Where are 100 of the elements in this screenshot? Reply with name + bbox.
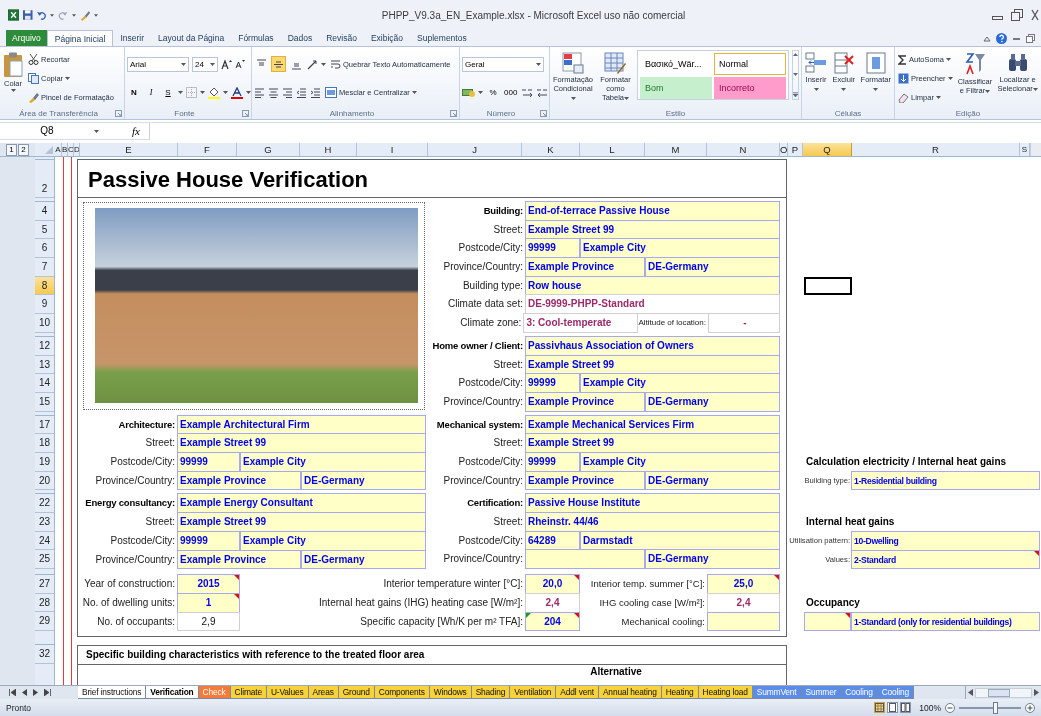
- sheet-tab[interactable]: Climate: [229, 686, 267, 699]
- row-header[interactable]: 10: [35, 314, 54, 333]
- horizontal-scrollbar[interactable]: [975, 687, 1032, 698]
- sheet-tab[interactable]: Windows: [428, 686, 472, 699]
- cell-style-option[interactable]: Incorreto: [713, 77, 786, 99]
- row-header[interactable]: 13: [35, 355, 54, 375]
- input-field[interactable]: DE-Germany: [645, 257, 780, 277]
- sheet-tab[interactable]: Ventilation: [509, 686, 557, 699]
- spreadsheet-app-icon[interactable]: [8, 8, 20, 22]
- input-field[interactable]: 20,0: [525, 574, 580, 594]
- view-button[interactable]: [874, 702, 886, 713]
- font-color-icon[interactable]: [231, 86, 243, 99]
- input-field[interactable]: 2,4: [525, 592, 580, 613]
- row-header[interactable]: 20: [35, 471, 54, 491]
- font-name-field[interactable]: Arial: [127, 56, 189, 72]
- input-field[interactable]: [525, 549, 645, 570]
- input-field[interactable]: Example Street 99: [177, 512, 426, 532]
- zoom-level[interactable]: 100%: [919, 702, 941, 713]
- input-field[interactable]: Passive House Institute: [525, 493, 780, 513]
- row-header[interactable]: 14: [35, 374, 54, 393]
- row-header[interactable]: 23: [35, 513, 54, 532]
- sheet-tab[interactable]: Ground: [337, 686, 375, 699]
- ribbon-tab[interactable]: Layout da Página: [151, 30, 232, 46]
- number-format-field[interactable]: Geral: [462, 56, 544, 72]
- input-field[interactable]: Example City: [240, 452, 426, 472]
- outline-level-button[interactable]: 2: [18, 144, 29, 156]
- row-header[interactable]: 17: [35, 415, 54, 435]
- decrease-decimal-icon[interactable]: [536, 87, 549, 98]
- scrollbar[interactable]: [1030, 143, 1041, 156]
- ribbon-tab[interactable]: Página Inicial: [46, 30, 114, 46]
- sheet-tab[interactable]: Heating: [660, 686, 699, 699]
- sheet-tab[interactable]: Shading: [470, 686, 511, 699]
- column-header[interactable]: B: [62, 143, 68, 156]
- column-header[interactable]: O: [780, 143, 788, 156]
- scroll-right-icon[interactable]: [1034, 689, 1039, 696]
- shrink-font-icon[interactable]: [235, 59, 245, 69]
- ribbon-tab[interactable]: Fórmulas: [231, 30, 281, 46]
- scroll-down-icon[interactable]: [792, 72, 798, 76]
- brush-icon[interactable]: [79, 8, 90, 22]
- input-field[interactable]: 2,4: [707, 592, 780, 613]
- undo-icon[interactable]: [36, 9, 47, 21]
- decrease-indent-icon[interactable]: [296, 87, 307, 98]
- row-header[interactable]: 19: [35, 452, 54, 472]
- row-header[interactable]: 6: [35, 239, 54, 259]
- bold-button[interactable]: N: [127, 84, 141, 101]
- input-field[interactable]: DE-Germany: [645, 549, 780, 570]
- view-button[interactable]: [887, 702, 899, 713]
- name-box[interactable]: Q8: [0, 123, 94, 139]
- next-sheet-icon[interactable]: [33, 689, 38, 696]
- insert-function-button[interactable]: fx: [123, 125, 149, 137]
- input-field[interactable]: 1-Standard (only for residential buildings): [851, 611, 1040, 632]
- input-field[interactable]: 1-Residential building: [851, 470, 1040, 491]
- selected-cell[interactable]: [804, 276, 852, 296]
- input-field[interactable]: Example Province: [177, 470, 301, 491]
- column-header[interactable]: C: [68, 143, 74, 156]
- sheet-tab[interactable]: Heating load: [697, 686, 753, 699]
- slider-thumb[interactable]: [992, 701, 998, 714]
- column-header[interactable]: R: [852, 143, 1020, 156]
- input-field[interactable]: 2015: [177, 574, 240, 594]
- last-sheet-icon[interactable]: [44, 689, 51, 696]
- collapse-ribbon-icon[interactable]: [983, 35, 991, 42]
- column-header[interactable]: M: [645, 143, 707, 156]
- close-icon[interactable]: [1031, 9, 1039, 21]
- input-field[interactable]: 10-Dwelling: [851, 530, 1040, 551]
- input-field[interactable]: 99999: [525, 238, 580, 259]
- input-field[interactable]: 25,0: [707, 574, 780, 594]
- input-field[interactable]: Example Street 99: [177, 433, 426, 454]
- row-header[interactable]: 15: [35, 392, 54, 412]
- row-header[interactable]: 5: [35, 220, 54, 240]
- view-button[interactable]: [900, 702, 912, 713]
- input-field[interactable]: Row house: [525, 275, 780, 296]
- column-header[interactable]: A: [55, 143, 62, 156]
- row-header[interactable]: 27: [35, 575, 54, 594]
- scrollbar-thumb[interactable]: [988, 688, 1010, 697]
- input-field[interactable]: 99999: [525, 451, 580, 472]
- input-field[interactable]: Example City: [240, 530, 426, 551]
- column-header[interactable]: E: [80, 143, 178, 156]
- ribbon-tab[interactable]: Inserir: [113, 30, 151, 46]
- outline-level-button[interactable]: 1: [6, 144, 17, 156]
- input-field[interactable]: DE-Germany: [301, 549, 426, 570]
- input-field[interactable]: Example Province: [525, 391, 645, 412]
- input-field[interactable]: DE-Germany: [645, 391, 780, 412]
- input-field[interactable]: Example Street 99: [525, 433, 780, 453]
- sheet-tab[interactable]: Addl vent: [555, 686, 599, 699]
- restore-icon[interactable]: [1011, 9, 1023, 21]
- cell-style-option[interactable]: Normal: [713, 53, 786, 75]
- input-field[interactable]: Example Architectural Firm: [177, 414, 426, 435]
- sheet-tab[interactable]: U-Values: [265, 686, 309, 699]
- row-header[interactable]: 32: [35, 645, 54, 664]
- row-header[interactable]: 18: [35, 434, 54, 453]
- formula-field[interactable]: [149, 122, 1041, 140]
- column-header[interactable]: Q: [803, 143, 852, 156]
- ribbon-tab[interactable]: Dados: [280, 30, 320, 46]
- input-field[interactable]: Example Province: [177, 549, 301, 570]
- row-header[interactable]: 2: [35, 160, 54, 198]
- increase-decimal-icon[interactable]: [521, 87, 534, 98]
- input-field[interactable]: 3: Cool-temperate: [523, 313, 639, 333]
- column-header[interactable]: N: [707, 143, 780, 156]
- row-header[interactable]: 22: [35, 494, 54, 513]
- sheet-tab[interactable]: Areas: [307, 686, 339, 699]
